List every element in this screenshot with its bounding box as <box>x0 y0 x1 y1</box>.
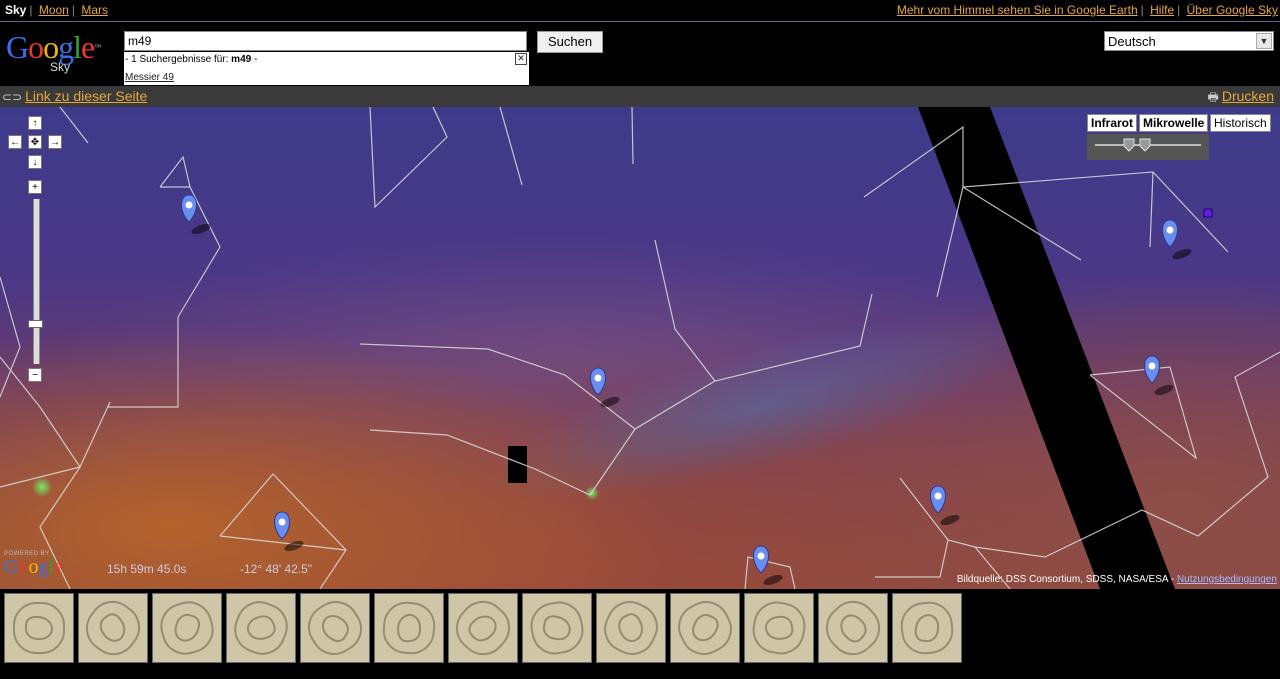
results-summary: - 1 Suchergebnisse für: m49 - <box>125 54 258 65</box>
link-bar: ⊂⊃ Link zu dieser Seite 🖶 Drucken <box>0 86 1280 108</box>
zoom-in-button[interactable]: + <box>28 180 42 194</box>
layer-microwave-button[interactable]: Mikrowelle <box>1139 114 1209 132</box>
nav-right: Mehr vom Himmel sehen Sie in Google Eart… <box>896 3 1278 17</box>
powered-by-google: POWERED BY Google <box>4 551 63 577</box>
constellation-thumbnail[interactable] <box>226 593 296 663</box>
nav-moon[interactable]: Moon <box>39 3 69 17</box>
zoom-slider-thumb[interactable] <box>28 320 43 328</box>
constellation-thumbnail[interactable] <box>4 593 74 663</box>
link-help[interactable]: Hilfe <box>1150 3 1174 17</box>
constellation-thumbnail[interactable] <box>78 593 148 663</box>
layer-infrared-button[interactable]: Infrarot <box>1087 114 1137 132</box>
link-to-page[interactable]: ⊂⊃ Link zu dieser Seite <box>2 88 147 104</box>
search-results-panel: - 1 Suchergebnisse für: m49 - ✕ Messier … <box>124 52 529 85</box>
logo-google-text: Google™ <box>6 29 101 65</box>
image-attribution: Bildquelle: DSS Consortium, SDSS, NASA/E… <box>956 574 1277 585</box>
constellation-thumbnail[interactable] <box>892 593 962 663</box>
coordinate-ra: 15h 59m 45.0s <box>107 562 187 576</box>
link-google-earth[interactable]: Mehr vom Himmel sehen Sie in Google Eart… <box>897 3 1138 17</box>
pan-right-button[interactable]: → <box>48 135 62 149</box>
map-marker <box>753 545 783 586</box>
close-icon[interactable]: ✕ <box>515 53 527 65</box>
terms-link[interactable]: Nutzungsbedingungen <box>1177 574 1277 585</box>
pan-down-button[interactable]: ↓ <box>28 155 42 169</box>
nav-left: Sky | Moon | Mars <box>5 3 108 17</box>
constellation-thumbnail[interactable] <box>448 593 518 663</box>
constellation-thumbnail[interactable] <box>522 593 592 663</box>
google-sky-logo[interactable]: Google™ Sky <box>6 30 116 76</box>
zoom-out-button[interactable]: − <box>28 368 42 382</box>
print-label[interactable]: Drucken <box>1222 88 1274 104</box>
link-to-page-label[interactable]: Link zu dieser Seite <box>25 88 147 104</box>
constellation-overlay <box>0 107 1280 589</box>
constellation-thumbnail[interactable] <box>300 593 370 663</box>
chain-link-icon: ⊂⊃ <box>2 90 23 104</box>
chevron-down-icon[interactable]: ▼ <box>1256 33 1272 49</box>
language-select[interactable]: Deutsch ▼ <box>1104 31 1274 51</box>
map-marker <box>1144 355 1174 396</box>
link-about[interactable]: Über Google Sky <box>1187 3 1278 17</box>
nav-sky[interactable]: Sky <box>5 3 26 17</box>
logo-sky-text: Sky <box>50 60 71 74</box>
constellation-thumbnail[interactable] <box>818 593 888 663</box>
constellation-thumbnail[interactable] <box>670 593 740 663</box>
pan-up-button[interactable]: ↑ <box>28 116 42 130</box>
nav-mars[interactable]: Mars <box>81 3 108 17</box>
constellation-thumbnail[interactable] <box>744 593 814 663</box>
constellation-thumbnail[interactable] <box>596 593 666 663</box>
search-input[interactable]: m49 <box>124 31 527 51</box>
pan-left-button[interactable]: ← <box>8 135 22 149</box>
result-item-messier-49[interactable]: Messier 49 <box>125 72 174 83</box>
map-marker <box>1162 219 1192 260</box>
constellation-thumbnail[interactable] <box>152 593 222 663</box>
zoom-slider-track[interactable] <box>33 199 40 364</box>
top-navigation: Sky | Moon | Mars Mehr vom Himmel sehen Si… <box>0 0 1280 20</box>
constellation-thumbnail-strip <box>0 589 1280 679</box>
search-button[interactable]: Suchen <box>537 31 603 53</box>
layer-historical-button[interactable]: Historisch <box>1210 114 1271 132</box>
layer-opacity-slider[interactable] <box>1087 134 1209 160</box>
pan-center-button[interactable]: ✥ <box>28 135 42 149</box>
coordinate-dec: -12° 48' 42.5" <box>240 562 313 576</box>
constellation-thumbnail[interactable] <box>374 593 444 663</box>
language-selected: Deutsch <box>1108 34 1156 49</box>
printer-icon: 🖶 <box>1207 90 1219 104</box>
sky-map[interactable]: ↑ ← ✥ → ↓ + − Infrarot Mikrowelle Histor… <box>0 107 1280 589</box>
powered-logo: Google <box>4 556 63 578</box>
print-link[interactable]: 🖶 Drucken <box>1208 88 1274 109</box>
nav-divider <box>0 21 1280 22</box>
map-marker <box>274 511 304 552</box>
map-marker <box>930 485 960 526</box>
target-marker <box>1203 208 1213 218</box>
slider-graphic <box>1095 138 1201 152</box>
